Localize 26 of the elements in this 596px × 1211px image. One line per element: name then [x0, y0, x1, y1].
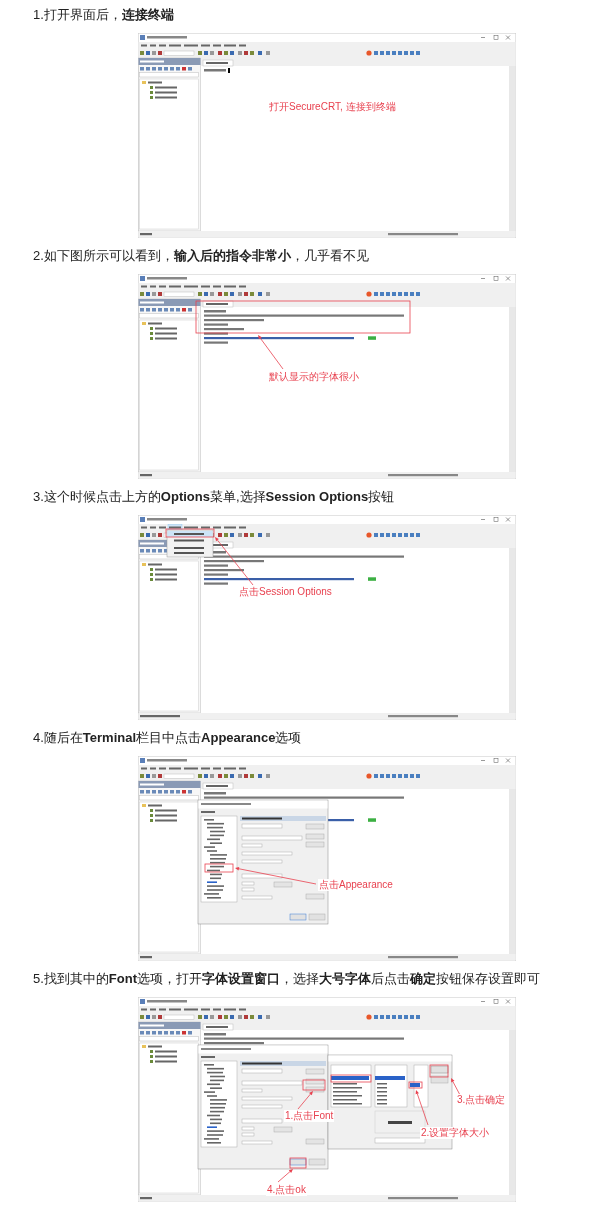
pointer-arrow: [276, 1167, 295, 1184]
step-heading: 1.打开界面后，连接终端: [32, 6, 175, 24]
pointer-arrow: [414, 1088, 430, 1127]
step-heading: 4.随后在Terminal栏目中点击Appearance选项: [32, 729, 303, 747]
annotation-text: 点击Appearance: [318, 879, 394, 891]
annotation-text: 3.点击确定: [456, 1094, 507, 1106]
highlight-box: [330, 1074, 372, 1083]
step-heading: 5.找到其中的Font选项，打开字体设置窗口，选择大号字体后点击确定按钮保存设置即可: [32, 970, 541, 988]
highlight-box: [204, 863, 234, 873]
highlight-box: [289, 1157, 307, 1169]
step-heading: 3.这个时候点击上方的Options菜单,选择Session Options按钮: [32, 488, 396, 506]
annotation-text: 点击Session Options: [238, 586, 333, 598]
pointer-arrow: [449, 1076, 462, 1097]
step-heading: 2.如下图所示可以看到，输入后的指令非常小，几乎看不见: [32, 247, 370, 265]
highlight-box: [302, 1079, 326, 1091]
highlight-box: [165, 528, 215, 538]
annotation-text: 4.点击ok: [266, 1184, 307, 1196]
annotation-text: 打开SecureCRT, 连接到终端: [268, 101, 397, 113]
pointer-arrow: [296, 1089, 315, 1111]
highlight-box: [429, 1064, 449, 1078]
annotation-text: 2.设置字体大小: [420, 1127, 491, 1139]
pointer-arrow: [256, 333, 285, 371]
annotation-text: 默认显示的字体很小: [268, 371, 360, 383]
highlight-box: [408, 1081, 423, 1089]
pointer-arrow: [213, 535, 255, 587]
annotation-text: 1.点击Font: [284, 1110, 335, 1122]
